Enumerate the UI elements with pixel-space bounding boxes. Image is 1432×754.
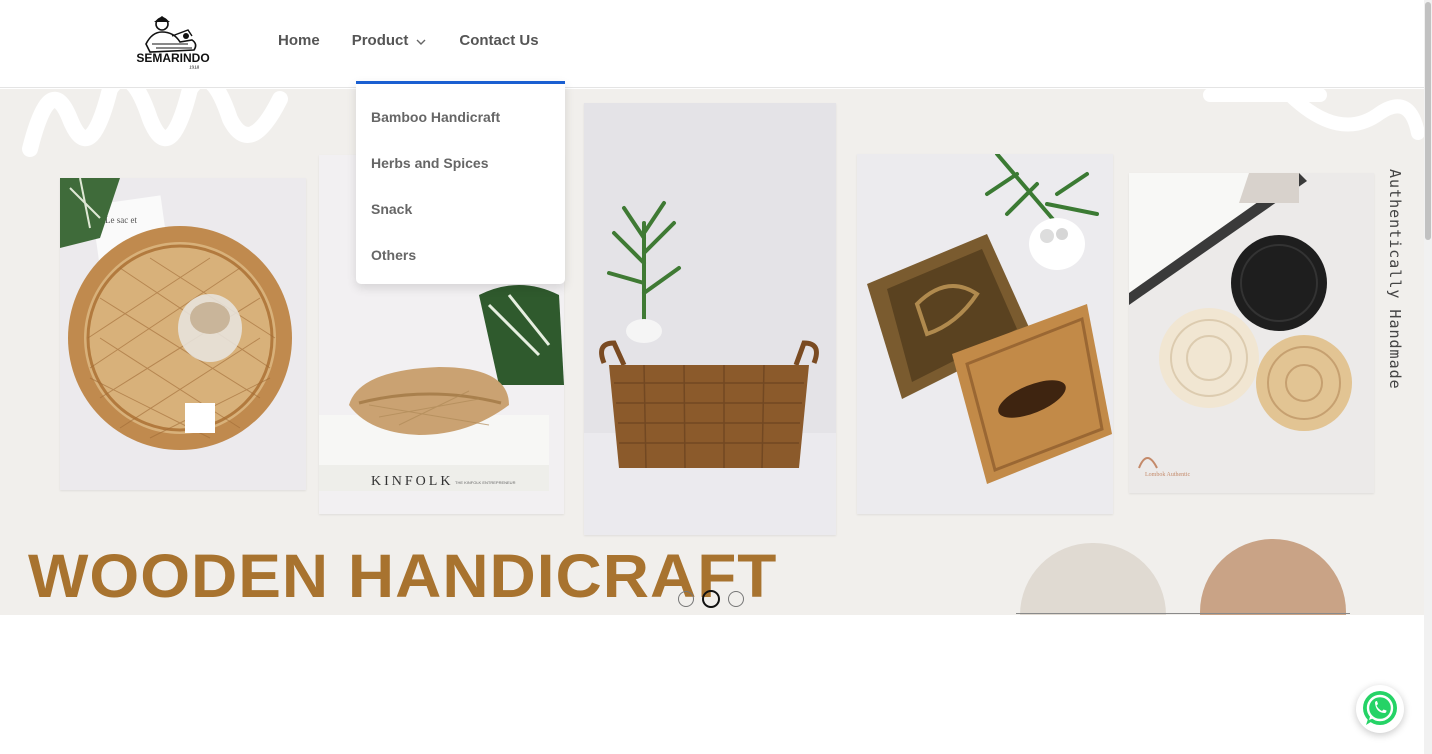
product-photo-tissue-boxes — [857, 154, 1113, 514]
logo-tagline: 1918 — [189, 66, 200, 70]
whatsapp-button[interactable] — [1356, 685, 1404, 733]
chevron-down-icon — [415, 35, 427, 47]
nav-contact-us[interactable]: Contact Us — [459, 32, 538, 49]
dropdown-item-snack[interactable]: Snack — [371, 201, 412, 217]
carousel-dot-3[interactable] — [728, 591, 744, 607]
decor-half-circle-light — [1020, 543, 1166, 615]
nav-product[interactable]: Product — [352, 32, 428, 49]
nav-home[interactable]: Home — [278, 32, 320, 49]
site-header: SEMARINDO 1918 Home Product Contact Us — [0, 0, 1424, 88]
hero-side-text: Authentically Handmade — [1386, 169, 1404, 390]
photo-coaster-brand: Lombok Authentic — [1145, 472, 1190, 478]
product-photo-rattan-basket — [584, 103, 836, 535]
whatsapp-icon — [1363, 691, 1397, 725]
dropdown-item-others[interactable]: Others — [371, 247, 416, 263]
photo-card-text: Le sac et — [105, 215, 137, 225]
product-dropdown-menu: Bamboo Handicraft Herbs and Spices Snack… — [356, 81, 565, 284]
dropdown-item-bamboo-handicraft[interactable]: Bamboo Handicraft — [371, 109, 500, 125]
semarindo-logo[interactable]: SEMARINDO 1918 — [132, 14, 214, 70]
logo-text: SEMARINDO — [136, 51, 209, 65]
decor-baseline — [1016, 613, 1350, 614]
photo-kinfolk-spine: THE KINFOLK ENTREPRENEUR — [455, 480, 516, 485]
carousel-dot-1[interactable] — [678, 591, 694, 607]
product-photo-rattan-tray: Le sac et — [60, 178, 306, 490]
logo-mark-icon: SEMARINDO 1918 — [136, 16, 210, 70]
page-scrollbar[interactable] — [1424, 0, 1432, 754]
decor-swirl-right — [1203, 89, 1424, 140]
hero-headline: WOODEN HANDICRAFT — [28, 541, 778, 611]
decor-half-circle-tan — [1200, 539, 1346, 615]
decor-swirl-left — [22, 89, 288, 157]
dropdown-item-herbs-and-spices[interactable]: Herbs and Spices — [371, 155, 489, 171]
main-nav: Home Product Contact Us — [278, 32, 571, 49]
hero-banner: Le sac et KINFOLK THE KINFOLK ENTREPRENE… — [0, 89, 1424, 615]
nav-product-label: Product — [351, 32, 409, 49]
carousel-dots — [678, 590, 752, 608]
carousel-dot-2[interactable] — [702, 590, 720, 608]
scrollbar-thumb[interactable] — [1425, 2, 1431, 240]
product-photo-coasters: Lombok Authentic — [1129, 173, 1374, 493]
photo-kinfolk-title: KINFOLK — [371, 474, 453, 489]
